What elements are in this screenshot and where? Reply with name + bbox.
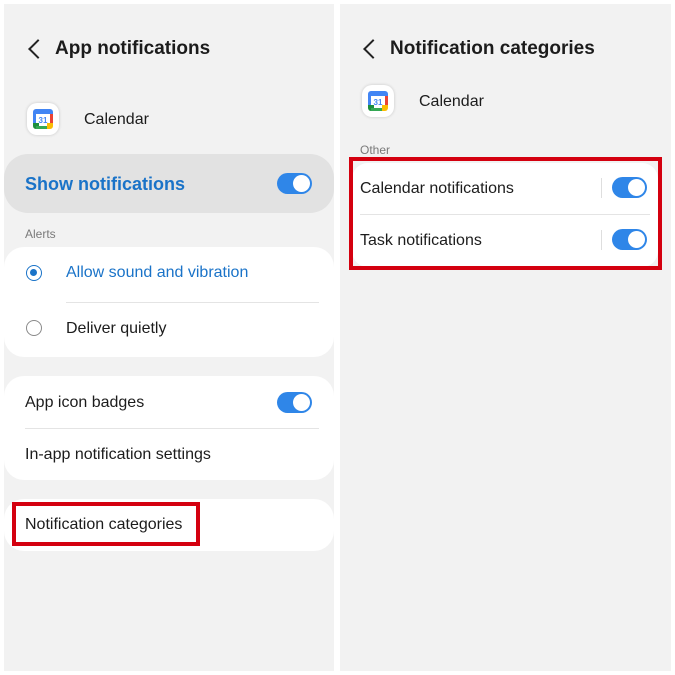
- notification-categories-item[interactable]: Notification categories: [25, 516, 182, 534]
- back-arrow-icon[interactable]: [363, 39, 383, 59]
- back-arrow-icon[interactable]: [28, 39, 48, 59]
- divider: [25, 428, 319, 429]
- show-notifications-toggle[interactable]: [277, 173, 312, 194]
- categories-list-card: [352, 163, 658, 267]
- app-name: Calendar: [419, 93, 484, 110]
- allow-sound-label[interactable]: Allow sound and vibration: [66, 264, 248, 282]
- other-section-label: Other: [360, 143, 391, 157]
- svg-text:31: 31: [39, 116, 48, 125]
- calendar-notifications-toggle[interactable]: [612, 177, 647, 198]
- divider: [360, 214, 650, 215]
- show-notifications-label: Show notifications: [25, 174, 185, 194]
- notification-categories-screen: Notification categories 31 Calendar Othe…: [340, 4, 671, 671]
- divider: [66, 302, 319, 303]
- app-icon-badges-label[interactable]: App icon badges: [25, 394, 144, 412]
- deliver-quietly-label[interactable]: Deliver quietly: [66, 320, 166, 338]
- task-notifications-label[interactable]: Task notifications: [360, 232, 482, 250]
- app-name: Calendar: [84, 111, 149, 128]
- separator: [601, 230, 602, 250]
- in-app-notification-settings[interactable]: In-app notification settings: [25, 446, 211, 464]
- app-notifications-screen: App notifications 31 Calendar Show notif…: [4, 4, 334, 671]
- google-calendar-icon: 31: [27, 103, 59, 135]
- alerts-section-label: Alerts: [25, 227, 56, 241]
- page-title: Notification categories: [390, 38, 595, 59]
- app-icon-badges-toggle[interactable]: [277, 392, 312, 413]
- calendar-notifications-label[interactable]: Calendar notifications: [360, 180, 514, 198]
- page-title: App notifications: [55, 38, 211, 59]
- task-notifications-toggle[interactable]: [612, 229, 647, 250]
- screenshot-canvas: App notifications 31 Calendar Show notif…: [0, 0, 675, 675]
- svg-text:31: 31: [374, 98, 383, 107]
- separator: [601, 178, 602, 198]
- deliver-quietly-radio[interactable]: [26, 320, 42, 336]
- allow-sound-radio[interactable]: [26, 265, 42, 281]
- google-calendar-icon: 31: [362, 85, 394, 117]
